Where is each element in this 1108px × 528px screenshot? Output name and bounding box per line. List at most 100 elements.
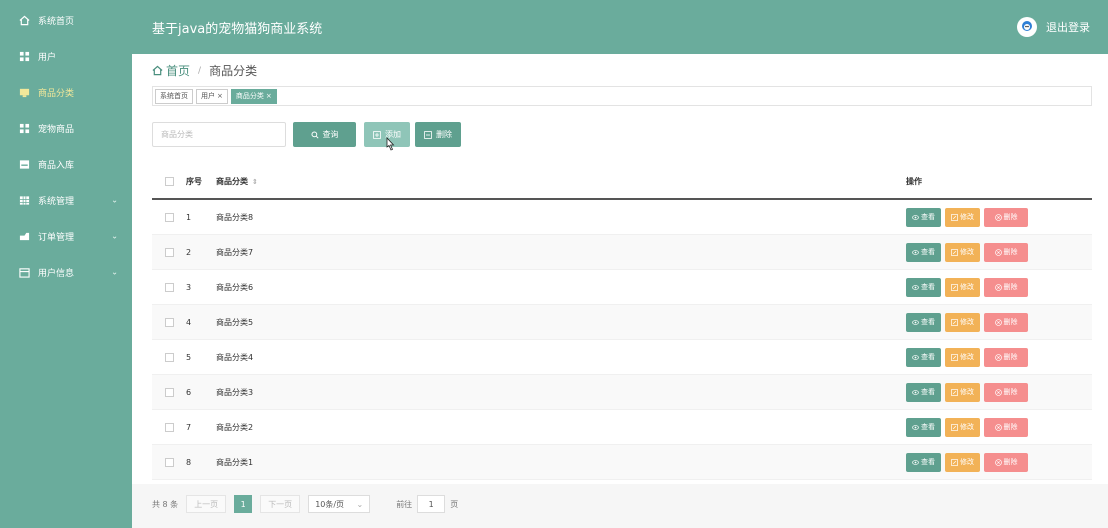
prev-page-button[interactable]: 上一页 [186,495,227,513]
sidebar-item-user-info[interactable]: 用户信息 ⌄ [0,254,132,290]
chevron-down-icon: ⌄ [111,231,118,241]
delete-icon [994,423,1002,431]
view-button[interactable]: 查看 [906,242,941,262]
page-size-select[interactable]: 10条/页 ⌄ [308,495,371,513]
close-icon[interactable]: × [266,92,272,100]
edit-button[interactable]: 修改 [945,312,980,332]
sidebar-item-orders[interactable]: 订单管理 ⌄ [0,218,132,254]
edit-label: 修改 [960,283,974,291]
avatar [1017,17,1037,37]
header-category[interactable]: 商品分类 ⇕ [216,176,906,187]
delete-label: 删除 [1003,423,1018,431]
edit-button[interactable]: 修改 [945,347,980,367]
view-button[interactable]: 查看 [906,277,941,297]
row-checkbox[interactable] [164,282,174,292]
page-size-value: 10条/页 [315,499,345,509]
row-checkbox[interactable] [164,247,174,257]
sort-icon[interactable]: ⇕ [252,178,258,186]
delete-icon [994,318,1002,326]
batch-delete-button[interactable]: 删除 [415,122,461,147]
logout-button[interactable]: 退出登录 [1017,17,1090,37]
edit-button[interactable]: 修改 [945,242,980,262]
view-button[interactable]: 查看 [906,347,941,367]
sidebar-item-pet-goods[interactable]: 宠物商品 [0,110,132,146]
select-all-checkbox[interactable] [164,177,174,186]
delete-button[interactable]: 删除 [984,452,1028,472]
tag-home[interactable]: 系统首页 [155,88,193,104]
delete-icon [994,388,1002,396]
delete-button[interactable]: 删除 [984,207,1028,227]
search-button[interactable]: 查询 [293,122,356,147]
edit-icon [951,318,958,326]
row-checkbox[interactable] [164,457,174,467]
header-index: 序号 [186,177,202,186]
delete-label: 删除 [1003,283,1018,291]
delete-button[interactable]: 删除 [984,242,1028,262]
chevron-down-icon: ⌄ [111,267,118,277]
search-input[interactable] [152,122,286,147]
content-panel: 首页 / 商品分类 系统首页 用户× 商品分类× 查询 添加 删除 序号 [132,54,1108,513]
row-checkbox[interactable] [164,387,174,397]
delete-button[interactable]: 删除 [984,417,1028,437]
view-button[interactable]: 查看 [906,452,941,472]
row-actions: 查看 修改 删除 [906,347,1092,367]
edit-button[interactable]: 修改 [945,277,980,297]
page-number[interactable]: 1 [234,495,253,513]
view-label: 查看 [921,458,935,466]
tag-category[interactable]: 商品分类 × [230,88,277,104]
folder-icon [18,86,30,98]
delete-button[interactable]: 删除 [984,312,1028,332]
sidebar-item-label: 系统首页 [38,16,75,27]
delete-label: 删除 [1003,248,1018,256]
tags-bar: 系统首页 用户 × 商品分类 × [152,86,1092,106]
edit-label: 修改 [960,318,974,326]
edit-button[interactable]: 修改 [945,452,980,472]
delete-button[interactable]: 删除 [984,382,1028,402]
row-checkbox[interactable] [164,422,174,432]
delete-label: 删除 [1003,213,1018,221]
delete-icon [994,458,1002,466]
row-checkbox[interactable] [164,212,174,222]
edit-label: 修改 [960,458,974,466]
grid-icon [18,50,30,62]
row-actions: 查看 修改 删除 [906,382,1092,402]
row-category: 商品分类3 [216,387,254,397]
eye-icon [912,249,919,255]
sidebar-item-home[interactable]: 系统首页 [0,2,132,38]
row-checkbox[interactable] [164,317,174,327]
tag-user[interactable]: 用户 × [196,88,228,104]
breadcrumb-home[interactable]: 首页 [152,62,190,79]
sidebar-item-user[interactable]: 用户 [0,38,132,74]
row-category: 商品分类6 [216,282,254,292]
page-unit: 页 [450,499,459,509]
delete-label: 删除 [1003,458,1018,466]
edit-icon [951,283,958,291]
sidebar-item-stock-in[interactable]: 商品入库 [0,146,132,182]
row-checkbox[interactable] [164,352,174,362]
view-button[interactable]: 查看 [906,417,941,437]
delete-button[interactable]: 删除 [984,277,1028,297]
view-label: 查看 [921,353,935,361]
goto-page-input[interactable]: 1 [417,495,446,513]
next-page-button[interactable]: 下一页 [260,495,301,513]
edit-button[interactable]: 修改 [945,382,980,402]
view-button[interactable]: 查看 [906,382,941,402]
view-button[interactable]: 查看 [906,207,941,227]
sidebar: 系统首页 用户 商品分类 宠物商品 商品入库 系统管理 ⌄ 订单管理 ⌄ 用户信… [0,0,132,528]
view-label: 查看 [921,213,935,221]
edit-button[interactable]: 修改 [945,207,980,227]
batch-delete-button-label: 删除 [436,130,452,139]
table-row: 5 商品分类4 查看 修改 删除 [152,340,1092,375]
calendar-icon [18,266,30,278]
table-row: 4 商品分类5 查看 修改 删除 [152,305,1092,340]
delete-icon [994,353,1002,361]
edit-button[interactable]: 修改 [945,417,980,437]
row-actions: 查看 修改 删除 [906,312,1092,332]
view-button[interactable]: 查看 [906,312,941,332]
delete-button[interactable]: 删除 [984,347,1028,367]
close-icon[interactable]: × [217,92,223,100]
row-category: 商品分类8 [216,212,254,222]
box-icon [18,158,30,170]
sidebar-item-system[interactable]: 系统管理 ⌄ [0,182,132,218]
sidebar-item-category[interactable]: 商品分类 [0,74,132,110]
